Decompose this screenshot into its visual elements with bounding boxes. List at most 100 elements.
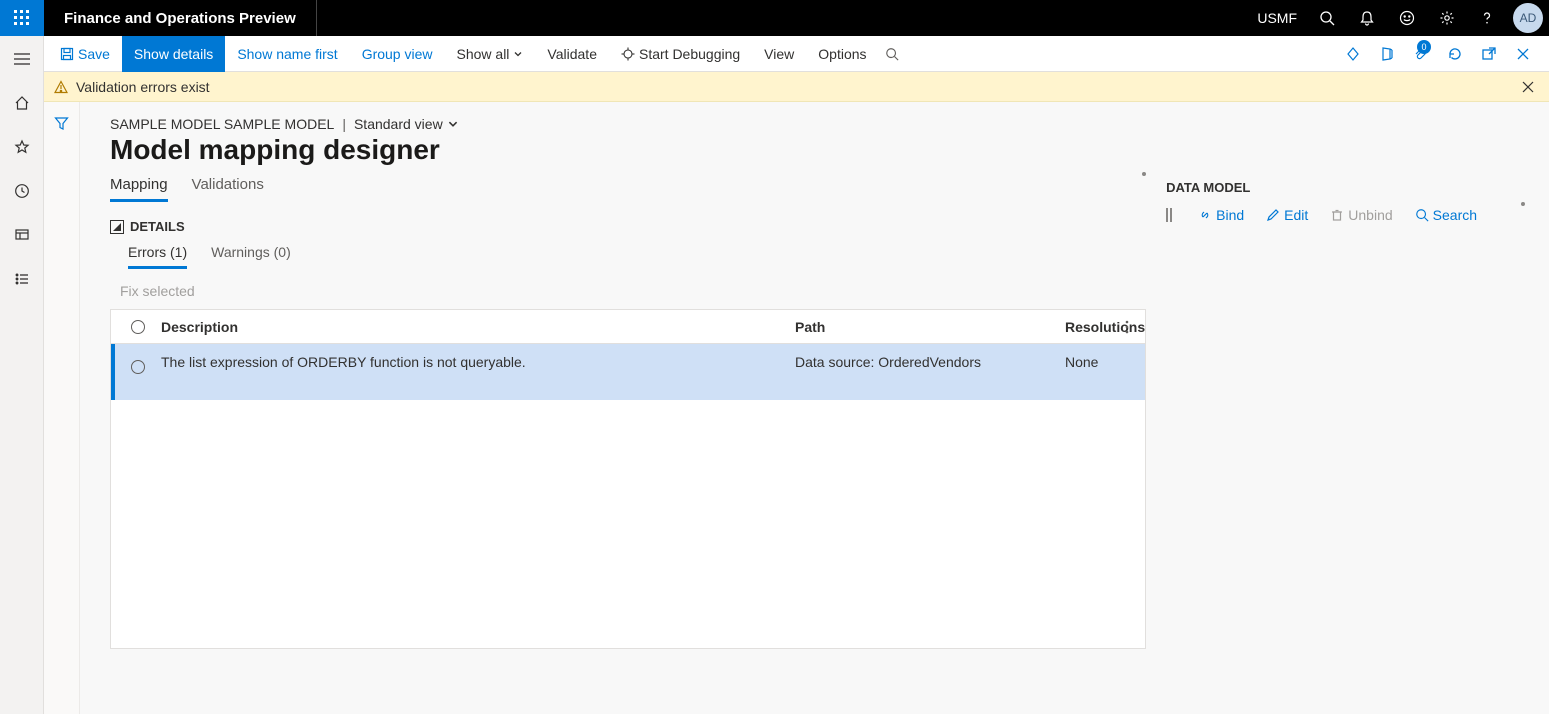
panel-grip[interactable] bbox=[1166, 208, 1172, 222]
diamond-icon bbox=[1345, 46, 1361, 62]
clock-icon bbox=[14, 183, 30, 199]
grid-column-menu[interactable] bbox=[1115, 310, 1139, 344]
search-label: Search bbox=[1433, 207, 1477, 223]
nav-home[interactable] bbox=[0, 88, 44, 118]
more-vertical-icon bbox=[1125, 320, 1129, 334]
list-icon bbox=[14, 271, 30, 287]
home-icon bbox=[14, 95, 30, 111]
cmd-search-button[interactable] bbox=[879, 36, 905, 72]
save-label: Save bbox=[78, 46, 110, 62]
start-debugging-label: Start Debugging bbox=[639, 46, 740, 62]
feedback-button[interactable] bbox=[1387, 0, 1427, 36]
row-select[interactable] bbox=[131, 360, 145, 374]
tab-mapping[interactable]: Mapping bbox=[110, 176, 168, 202]
show-details-button[interactable]: Show details bbox=[122, 36, 225, 72]
datamodel-heading: DATA MODEL bbox=[1166, 180, 1250, 195]
nav-workspaces[interactable] bbox=[0, 220, 44, 250]
errors-grid: Description Path Resolutions bbox=[110, 309, 1146, 649]
view-dropdown-label: Standard view bbox=[354, 116, 443, 132]
close-icon bbox=[1516, 47, 1530, 61]
close-icon bbox=[1522, 81, 1534, 93]
cmd-paperclip-button[interactable] bbox=[1339, 36, 1367, 72]
grip-vertical-icon bbox=[1166, 208, 1172, 222]
nav-recent[interactable] bbox=[0, 176, 44, 206]
funnel-icon bbox=[54, 116, 69, 131]
panel-drag-dot bbox=[1521, 202, 1525, 206]
validate-button[interactable]: Validate bbox=[535, 36, 609, 72]
cmd-attachments-button[interactable]: 0 bbox=[1407, 36, 1435, 72]
app-title: Finance and Operations Preview bbox=[44, 10, 316, 27]
subtab-errors[interactable]: Errors (1) bbox=[128, 244, 187, 269]
save-icon bbox=[60, 47, 74, 61]
show-name-first-button[interactable]: Show name first bbox=[225, 36, 349, 72]
chevron-down-icon bbox=[513, 49, 523, 59]
start-debugging-button[interactable]: Start Debugging bbox=[609, 36, 752, 72]
nav-expand-button[interactable] bbox=[0, 44, 44, 74]
titlebar-divider bbox=[316, 0, 317, 36]
edit-button[interactable]: Edit bbox=[1266, 207, 1308, 223]
search-icon bbox=[1319, 10, 1335, 26]
grid-select-all[interactable] bbox=[131, 320, 145, 334]
view-menu[interactable]: View bbox=[752, 36, 806, 72]
table-row[interactable]: The list expression of ORDERBY function … bbox=[111, 344, 1145, 400]
help-button[interactable] bbox=[1467, 0, 1507, 36]
view-dropdown[interactable]: Standard view bbox=[354, 116, 459, 132]
bind-label: Bind bbox=[1216, 207, 1244, 223]
save-button[interactable]: Save bbox=[48, 36, 122, 72]
chevron-down-icon bbox=[447, 118, 459, 130]
cmd-refresh-button[interactable] bbox=[1441, 36, 1469, 72]
workspace-icon bbox=[14, 227, 30, 243]
edit-label: Edit bbox=[1284, 207, 1308, 223]
hamburger-icon bbox=[13, 52, 31, 66]
tab-validations[interactable]: Validations bbox=[192, 176, 264, 202]
app-launcher[interactable] bbox=[0, 0, 44, 36]
nav-favorites[interactable] bbox=[0, 132, 44, 162]
show-all-dropdown[interactable]: Show all bbox=[445, 36, 536, 72]
row-description: The list expression of ORDERBY function … bbox=[155, 354, 795, 370]
search-button[interactable]: Search bbox=[1415, 207, 1477, 223]
banner-text: Validation errors exist bbox=[76, 79, 210, 95]
banner-close-button[interactable] bbox=[1513, 72, 1543, 102]
settings-button[interactable] bbox=[1427, 0, 1467, 36]
question-icon bbox=[1479, 10, 1495, 26]
gear-icon bbox=[1439, 10, 1455, 26]
options-menu[interactable]: Options bbox=[806, 36, 878, 72]
group-view-button[interactable]: Group view bbox=[350, 36, 445, 72]
star-icon bbox=[14, 139, 30, 155]
bind-button[interactable]: Bind bbox=[1198, 207, 1244, 223]
office-icon bbox=[1379, 46, 1395, 62]
refresh-icon bbox=[1447, 46, 1463, 62]
unbind-label: Unbind bbox=[1348, 207, 1392, 223]
details-collapse-button[interactable] bbox=[110, 220, 124, 234]
grid-col-path[interactable]: Path bbox=[795, 319, 1065, 335]
validate-label: Validate bbox=[547, 46, 597, 62]
subtab-warnings[interactable]: Warnings (0) bbox=[211, 244, 291, 269]
cmd-office-button[interactable] bbox=[1373, 36, 1401, 72]
nav-modules[interactable] bbox=[0, 264, 44, 294]
fix-selected-button[interactable]: Fix selected bbox=[110, 283, 1146, 299]
search-icon bbox=[1415, 208, 1429, 222]
search-icon bbox=[885, 47, 899, 61]
pencil-icon bbox=[1266, 208, 1280, 222]
caret-icon bbox=[113, 223, 121, 231]
show-name-first-label: Show name first bbox=[237, 46, 337, 62]
show-all-label: Show all bbox=[457, 46, 510, 62]
warning-icon bbox=[54, 80, 68, 94]
filter-button[interactable] bbox=[54, 116, 69, 714]
avatar[interactable]: AD bbox=[1513, 3, 1543, 33]
attachments-badge: 0 bbox=[1417, 40, 1431, 54]
cmd-close-button[interactable] bbox=[1509, 36, 1537, 72]
breadcrumb: SAMPLE MODEL SAMPLE MODEL bbox=[110, 116, 334, 132]
bind-icon bbox=[1198, 208, 1212, 222]
debug-icon bbox=[621, 47, 635, 61]
trash-icon bbox=[1330, 208, 1344, 222]
options-label: Options bbox=[818, 46, 866, 62]
group-view-label: Group view bbox=[362, 46, 433, 62]
page-title: Model mapping designer bbox=[110, 134, 1519, 166]
smile-icon bbox=[1399, 10, 1415, 26]
notifications-button[interactable] bbox=[1347, 0, 1387, 36]
company-code[interactable]: USMF bbox=[1247, 10, 1307, 26]
grid-col-description[interactable]: Description bbox=[155, 319, 795, 335]
search-button[interactable] bbox=[1307, 0, 1347, 36]
cmd-popout-button[interactable] bbox=[1475, 36, 1503, 72]
